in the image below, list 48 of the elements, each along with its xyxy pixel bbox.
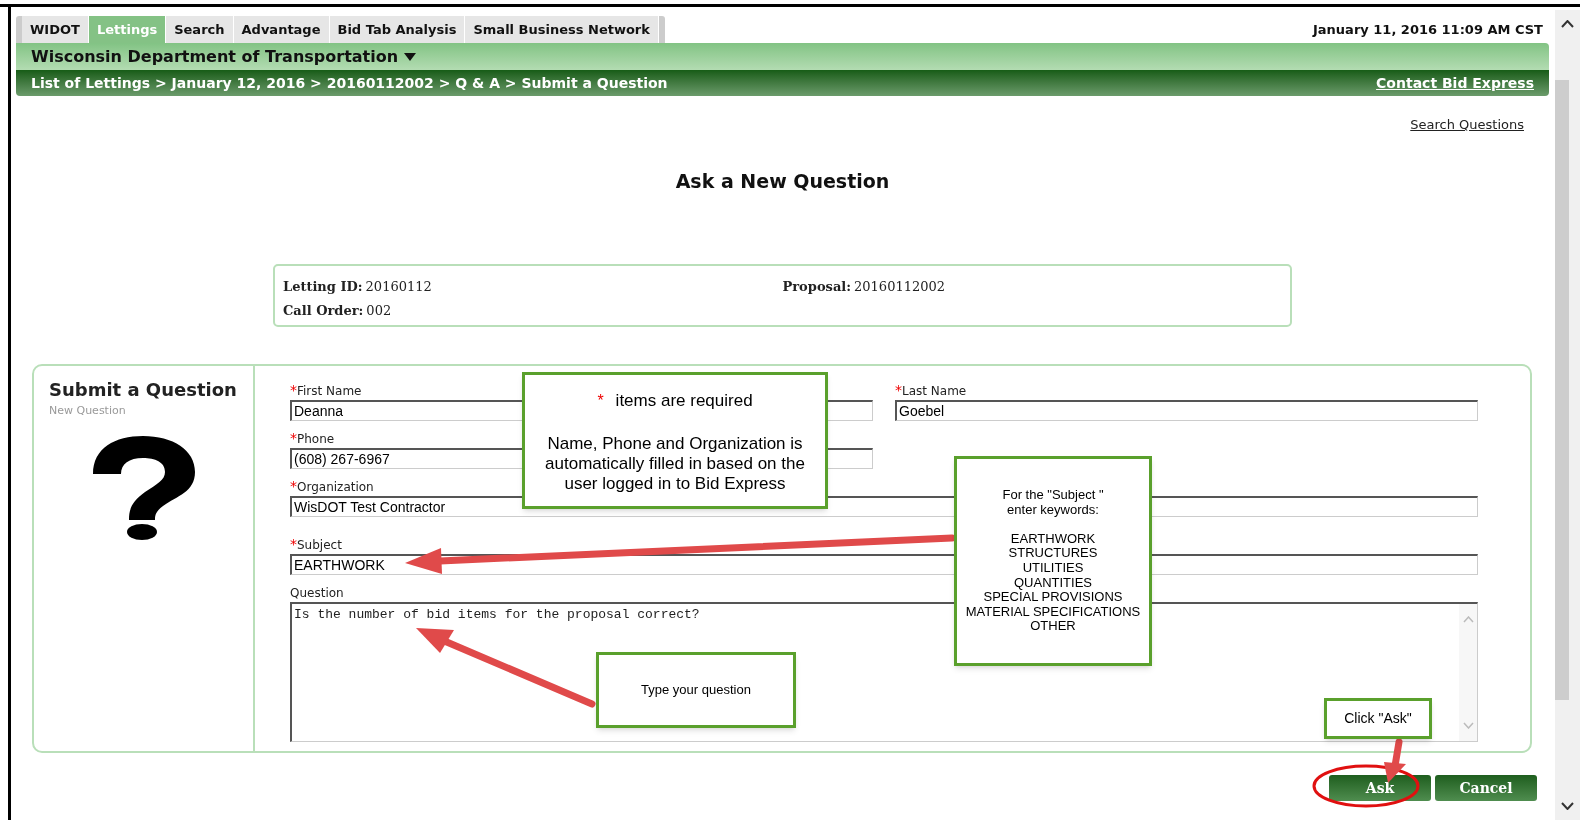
field-label: Question <box>290 586 344 601</box>
search-questions-link[interactable]: Search Questions <box>1410 115 1524 135</box>
info-label: Proposal: <box>782 278 852 296</box>
field-label: Subject <box>297 538 342 553</box>
callout-text: Name, Phone and Organization is automatically filled in based on the user logged in to Bid Express <box>544 433 806 494</box>
required-mark-text: * <box>597 391 604 411</box>
textarea-value: Is the number of bid items for the proposal correct? <box>293 606 701 624</box>
info-label: Call Order: <box>283 301 364 320</box>
text-field[interactable]: Goebel <box>895 400 1478 421</box>
scrollbar-thumb[interactable] <box>1555 80 1569 700</box>
callout-tooltip: Type your question <box>596 652 796 728</box>
field-label: Phone <box>297 432 335 447</box>
textarea-scrollbar[interactable] <box>1459 604 1477 741</box>
callout-tooltip: Click "Ask" <box>1324 698 1432 739</box>
info-label: Letting ID: <box>283 278 363 296</box>
chevron-up-icon[interactable] <box>1561 20 1574 28</box>
caret-down-icon[interactable] <box>404 52 417 61</box>
callout-tooltip: For the "Subject " enter keywords: EARTHWORK STRUCTURES UTILITIES QUANTITIES SPECIAL PROVISIONS MATERIAL SPECIFICATIONS OTHER <box>954 456 1152 666</box>
nav-tab[interactable]: WIDOT <box>22 16 89 43</box>
required-mark-text: * <box>290 538 297 550</box>
form-subheading: New Question <box>49 403 127 419</box>
required-mark-text: * <box>895 384 902 396</box>
nav-tab[interactable]: Small Business Network <box>465 16 659 43</box>
breadcrumb[interactable]: List of Lettings > January 12, 2016 > 20160112002 > Q & A > Submit a Question <box>31 72 668 94</box>
cancel-button[interactable]: Cancel <box>1435 775 1537 801</box>
info-value: 20160112002 <box>854 278 946 296</box>
nav-tab[interactable]: Bid Tab Analysis <box>329 16 466 43</box>
nav-tab[interactable]: Advantage <box>233 16 330 43</box>
page-title: Ask a New Question <box>675 168 890 194</box>
field-label: Last Name <box>902 384 967 399</box>
required-mark-text: * <box>290 432 297 444</box>
chevron-down-icon[interactable] <box>1561 802 1574 810</box>
info-value: 20160112 <box>365 278 432 296</box>
question-mark-icon <box>91 433 195 540</box>
form-heading: Submit a Question <box>49 378 238 402</box>
ask-button[interactable]: Ask <box>1329 775 1431 801</box>
chevron-up-icon <box>1462 616 1474 623</box>
contact-link[interactable]: Contact Bid Express <box>1376 72 1534 94</box>
date-time: January 11, 2016 11:09 AM CST <box>1313 20 1543 39</box>
nav-tab[interactable]: Search <box>166 16 234 43</box>
info-value: 002 <box>366 301 392 320</box>
required-mark-text: * <box>290 480 297 492</box>
arrow <box>1384 738 1406 783</box>
required-mark-text: * <box>290 384 297 396</box>
field-label: Organization <box>297 480 374 495</box>
field-label: First Name <box>297 384 362 399</box>
callout-text: items are required <box>615 390 753 412</box>
chevron-down-icon <box>1462 722 1474 729</box>
